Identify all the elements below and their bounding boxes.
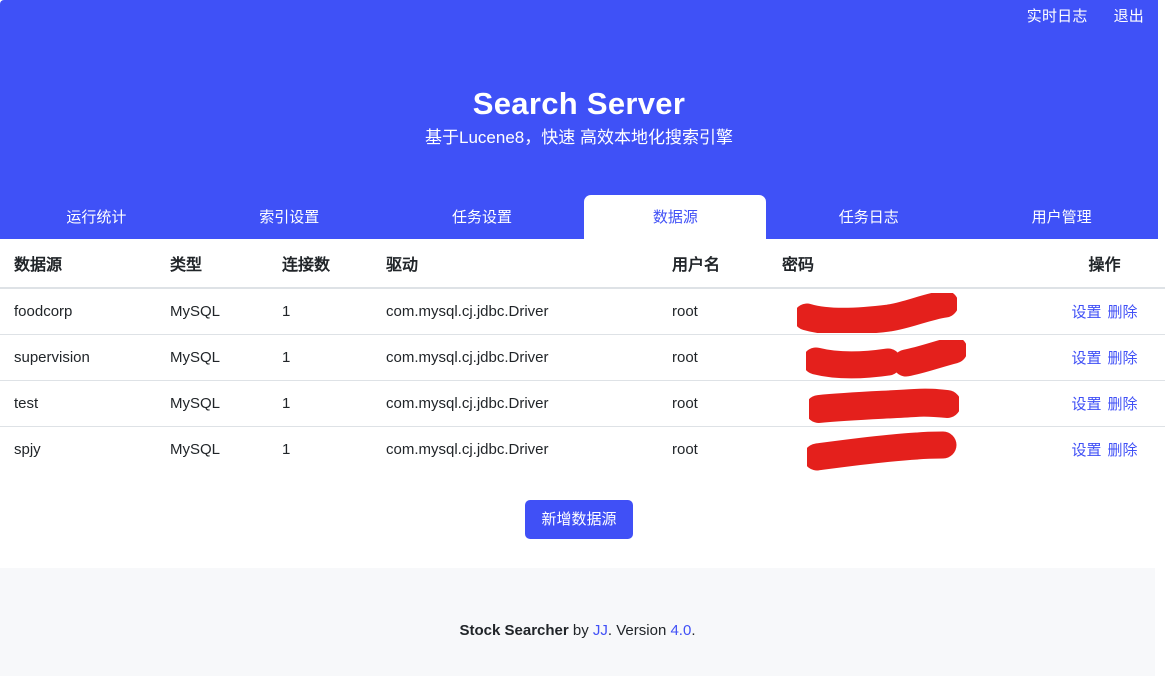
col-header-username: 用户名 [672,239,782,289]
cell-datasource: supervision [0,334,170,381]
footer-product: Stock Searcher [459,622,569,639]
cell-type: MySQL [170,334,282,381]
settings-link[interactable]: 设置 [1071,304,1101,321]
settings-link[interactable]: 设置 [1071,350,1101,367]
tab-task-log[interactable]: 任务日志 [772,195,965,239]
cell-driver: com.mysql.cj.jdbc.Driver [386,334,672,381]
delete-link[interactable]: 删除 [1108,350,1138,367]
table-row: supervision MySQL 1 com.mysql.cj.jdbc.Dr… [0,334,1165,381]
app-page: 实时日志 退出 Search Server 基于Lucene8，快速 高效本地化… [0,0,1165,676]
cell-username: root [672,303,698,320]
col-header-datasource: 数据源 [0,239,170,289]
cell-driver: com.mysql.cj.jdbc.Driver [386,380,672,427]
page-header: 实时日志 退出 Search Server 基于Lucene8，快速 高效本地化… [0,0,1158,239]
add-datasource-button[interactable]: 新增数据源 [525,500,633,539]
cell-password [782,426,1040,472]
settings-link[interactable]: 设置 [1071,442,1101,459]
delete-link[interactable]: 删除 [1108,304,1138,321]
footer-suffix: . [691,622,696,639]
col-header-operations: 操作 [1040,239,1165,289]
col-header-connections: 连接数 [282,239,386,289]
cell-operations: 设置 删除 [1040,380,1165,427]
add-datasource-wrap: 新增数据源 [0,500,1158,539]
redaction-mark [809,385,959,425]
footer-version-link[interactable]: 4.0 [670,622,691,639]
footer-by: by [568,622,593,639]
cell-operations: 设置 删除 [1040,288,1165,335]
delete-link[interactable]: 删除 [1108,442,1138,459]
tab-run-stats[interactable]: 运行统计 [0,195,193,239]
table-row: spjy MySQL 1 com.mysql.cj.jdbc.Driver ro… [0,426,1165,472]
cell-driver: com.mysql.cj.jdbc.Driver [386,303,549,320]
cell-datasource: spjy [0,426,170,472]
cell-datasource: foodcorp [14,303,73,320]
cell-connections: 1 [282,380,386,427]
footer-author-link[interactable]: JJ [593,622,608,639]
tab-bar: 运行统计 索引设置 任务设置 数据源 任务日志 用户管理 [0,195,1158,239]
main-content: 数据源 类型 连接数 驱动 用户名 密码 操作 foodcorp MySQL 1… [0,239,1165,539]
table-head: 数据源 类型 连接数 驱动 用户名 密码 操作 [0,239,1165,289]
table-body: foodcorp MySQL 1 com.mysql.cj.jdbc.Drive… [0,288,1165,472]
brand-block: Search Server 基于Lucene8，快速 高效本地化搜索引擎 [0,84,1158,150]
col-header-password: 密码 [782,239,1040,289]
top-nav: 实时日志 退出 [1027,6,1144,27]
cell-type: MySQL [170,380,282,427]
page-footer: Stock Searcher by JJ. Version 4.0. [0,568,1155,676]
cell-username: root [672,334,782,381]
redaction-mark [806,340,966,380]
datasource-table: 数据源 类型 连接数 驱动 用户名 密码 操作 foodcorp MySQL 1… [0,239,1165,472]
delete-link[interactable]: 删除 [1108,396,1138,413]
cell-password [782,288,1040,335]
page-subtitle: 基于Lucene8，快速 高效本地化搜索引擎 [425,128,733,147]
table-header-row: 数据源 类型 连接数 驱动 用户名 密码 操作 [0,239,1165,289]
redaction-mark [807,431,957,471]
settings-link[interactable]: 设置 [1071,396,1101,413]
cell-connections: 1 [282,334,386,381]
tab-task-settings[interactable]: 任务设置 [386,195,579,239]
nav-realtime-log[interactable]: 实时日志 [1027,6,1088,27]
col-header-driver: 驱动 [386,239,672,289]
cell-driver: com.mysql.cj.jdbc.Driver [386,426,672,472]
cell-username: root [672,380,782,427]
cell-connections: 1 [282,426,386,472]
page-title: Search Server [472,86,686,121]
cell-type: MySQL [170,303,221,320]
footer-version-prefix: . Version [607,622,671,639]
cell-password [782,380,1040,427]
cell-operations: 设置 删除 [1040,426,1165,472]
tab-user-management[interactable]: 用户管理 [965,195,1158,239]
nav-logout[interactable]: 退出 [1114,6,1144,27]
cell-username: root [672,426,782,472]
footer-text: Stock Searcher by JJ. Version 4.0. [0,620,1155,641]
cell-type: MySQL [170,426,282,472]
table-row: test MySQL 1 com.mysql.cj.jdbc.Driver ro… [0,380,1165,427]
col-header-type: 类型 [170,239,282,289]
cell-datasource: test [0,380,170,427]
cell-password [782,334,1040,381]
cell-connections: 1 [282,303,291,320]
redaction-mark [797,293,957,333]
tab-datasource[interactable]: 数据源 [584,195,767,239]
cell-operations: 设置 删除 [1040,334,1165,381]
table-row: foodcorp MySQL 1 com.mysql.cj.jdbc.Drive… [0,288,1165,335]
tab-index-settings[interactable]: 索引设置 [193,195,386,239]
